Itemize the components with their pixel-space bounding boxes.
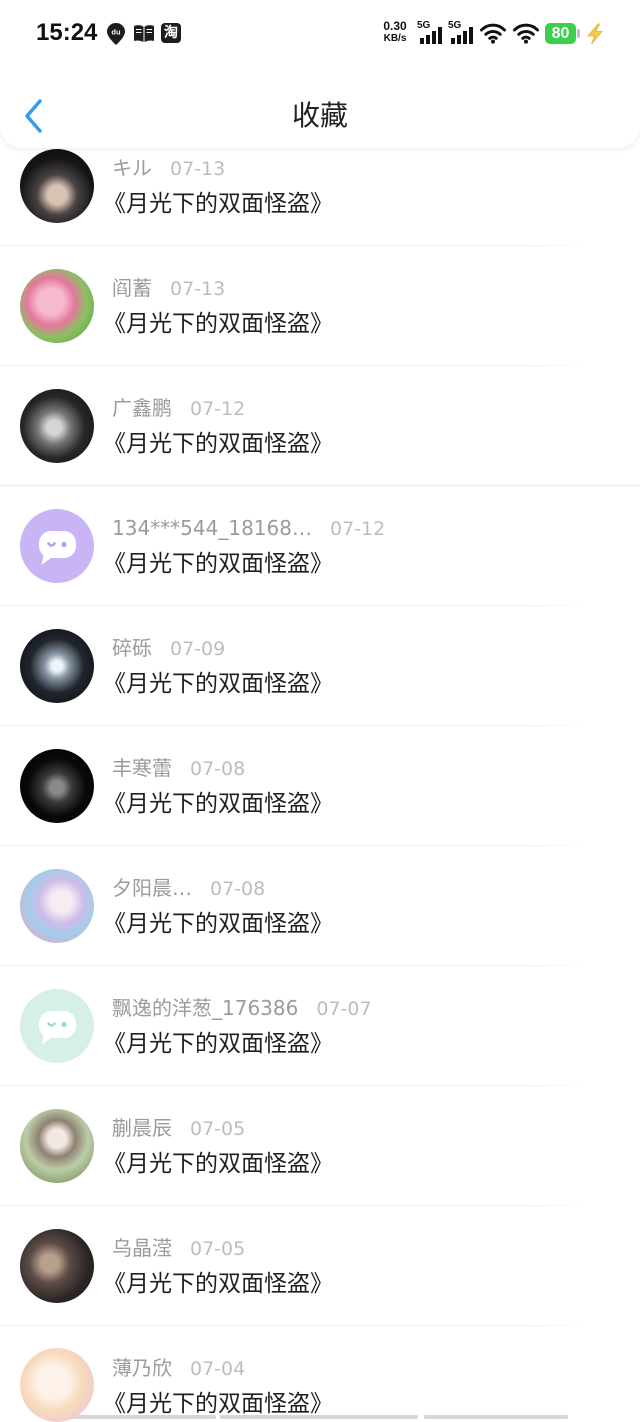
user-avatar[interactable] xyxy=(20,1348,94,1422)
favorite-title: 《月光下的双面怪盗》 xyxy=(103,671,333,697)
favorite-date: 07-07 xyxy=(316,998,372,1020)
network-speed: 0.30 KB/s xyxy=(378,20,412,45)
user-name: 蒯晨辰 xyxy=(112,1116,172,1140)
favorite-item[interactable]: 薄乃欣 07-04 《月光下的双面怪盗》 xyxy=(0,1326,640,1422)
favorite-meta: 碎砾 07-09 xyxy=(112,635,225,661)
signal-icon: 5G xyxy=(448,20,476,45)
chat-bubble-icon xyxy=(39,1011,76,1045)
chat-bubble-icon xyxy=(39,531,76,565)
favorite-item[interactable]: 丰寒蕾 07-08 《月光下的双面怪盗》 xyxy=(0,726,640,846)
scroll-indicator xyxy=(0,1415,640,1420)
user-name: 丰寒蕾 xyxy=(112,756,172,780)
favorite-date: 07-13 xyxy=(170,158,226,180)
user-name: 薄乃欣 xyxy=(112,1356,172,1380)
favorite-item[interactable]: 广鑫鹏 07-12 《月光下的双面怪盗》 xyxy=(0,366,640,486)
favorite-date: 07-12 xyxy=(329,518,386,540)
favorite-item[interactable]: 阎蓄 07-13 《月光下的双面怪盗》 xyxy=(0,246,640,366)
book-icon xyxy=(134,25,154,42)
favorite-date: 07-08 xyxy=(210,878,266,900)
favorite-date: 07-05 xyxy=(190,1118,246,1140)
favorite-title: 《月光下的双面怪盗》 xyxy=(103,191,333,217)
network-speed-unit: KB/s xyxy=(383,33,407,44)
taobao-icon: 淘 xyxy=(161,23,181,43)
user-avatar[interactable] xyxy=(20,269,94,343)
network-speed-value: 0.30 xyxy=(383,19,407,33)
favorite-title: 《月光下的双面怪盗》 xyxy=(103,311,333,337)
user-name: 飘逸的洋葱_176386 xyxy=(112,996,299,1020)
svg-text:du: du xyxy=(111,28,121,37)
favorite-date: 07-13 xyxy=(170,278,226,300)
user-name: 碎砾 xyxy=(112,636,152,660)
battery-icon: 80 xyxy=(545,23,576,44)
favorite-title: 《月光下的双面怪盗》 xyxy=(103,431,333,457)
favorite-item[interactable]: 夕阳晨… 07-08 《月光下的双面怪盗》 xyxy=(0,846,640,966)
favorite-meta: キル 07-13 xyxy=(112,155,225,181)
favorite-item[interactable]: 134***544_18168… 07-12 《月光下的双面怪盗》 xyxy=(0,486,640,606)
favorite-meta: 广鑫鹏 07-12 xyxy=(112,395,245,421)
wifi-icon xyxy=(480,23,506,44)
favorite-title: 《月光下的双面怪盗》 xyxy=(103,1271,333,1297)
favorite-item[interactable]: 碎砾 07-09 《月光下的双面怪盗》 xyxy=(0,606,640,726)
favorite-meta: 乌晶滢 07-05 xyxy=(112,1235,245,1261)
favorite-date: 07-09 xyxy=(170,638,226,660)
battery-tip xyxy=(577,29,580,38)
favorite-meta: 134***544_18168… 07-12 xyxy=(112,515,385,541)
user-avatar[interactable] xyxy=(20,869,94,943)
user-name: 广鑫鹏 xyxy=(112,396,172,420)
user-name: 134***544_18168… xyxy=(112,516,312,540)
favorite-title: 《月光下的双面怪盗》 xyxy=(103,1031,333,1057)
charging-bolt-icon xyxy=(587,23,603,45)
page-title: 收藏 xyxy=(291,99,348,132)
favorite-title: 《月光下的双面怪盗》 xyxy=(103,791,333,817)
signal-icon: 5G xyxy=(417,20,445,45)
status-time: 15:24 xyxy=(36,19,98,46)
favorite-item[interactable]: 乌晶滢 07-05 《月光下的双面怪盗》 xyxy=(0,1206,640,1326)
favorite-meta: 飘逸的洋葱_176386 07-07 xyxy=(112,995,372,1021)
indicator-segment xyxy=(424,1415,568,1419)
user-avatar[interactable] xyxy=(20,629,94,703)
top-bar: 15:24 du 淘 0.30 KB/s 5G 5G 80 收藏 xyxy=(0,0,640,148)
favorite-date: 07-04 xyxy=(190,1358,246,1380)
indicator-segment xyxy=(72,1415,216,1419)
user-avatar[interactable] xyxy=(20,389,94,463)
favorite-item[interactable]: 蒯晨辰 07-05 《月光下的双面怪盗》 xyxy=(0,1086,640,1206)
favorite-meta: 夕阳晨… 07-08 xyxy=(112,875,265,901)
default-avatar[interactable] xyxy=(20,989,94,1063)
user-avatar[interactable] xyxy=(20,1109,94,1183)
favorites-list: キル 07-13 《月光下的双面怪盗》 阎蓄 07-13 《月光下的双面怪盗》 … xyxy=(0,126,640,1422)
user-avatar[interactable] xyxy=(20,149,94,223)
user-avatar[interactable] xyxy=(20,749,94,823)
user-name: キル xyxy=(112,156,152,180)
favorite-date: 07-05 xyxy=(190,1238,246,1260)
user-avatar[interactable] xyxy=(20,1229,94,1303)
favorite-title: 《月光下的双面怪盗》 xyxy=(103,911,333,937)
favorite-date: 07-12 xyxy=(190,398,246,420)
favorite-item[interactable]: 飘逸的洋葱_176386 07-07 《月光下的双面怪盗》 xyxy=(0,966,640,1086)
favorite-date: 07-08 xyxy=(190,758,246,780)
user-name: 阎蓄 xyxy=(112,276,152,300)
indicator-segment xyxy=(220,1415,418,1419)
favorite-title: 《月光下的双面怪盗》 xyxy=(103,551,333,577)
favorite-title: 《月光下的双面怪盗》 xyxy=(103,1151,333,1177)
favorite-meta: 薄乃欣 07-04 xyxy=(112,1355,245,1381)
favorite-meta: 阎蓄 07-13 xyxy=(112,275,225,301)
user-name: 乌晶滢 xyxy=(112,1236,172,1260)
favorite-meta: 丰寒蕾 07-08 xyxy=(112,755,245,781)
default-avatar[interactable] xyxy=(20,509,94,583)
wifi-icon xyxy=(513,23,539,44)
user-name: 夕阳晨… xyxy=(112,876,192,900)
favorite-meta: 蒯晨辰 07-05 xyxy=(112,1115,245,1141)
du-location-icon: du xyxy=(107,23,125,45)
